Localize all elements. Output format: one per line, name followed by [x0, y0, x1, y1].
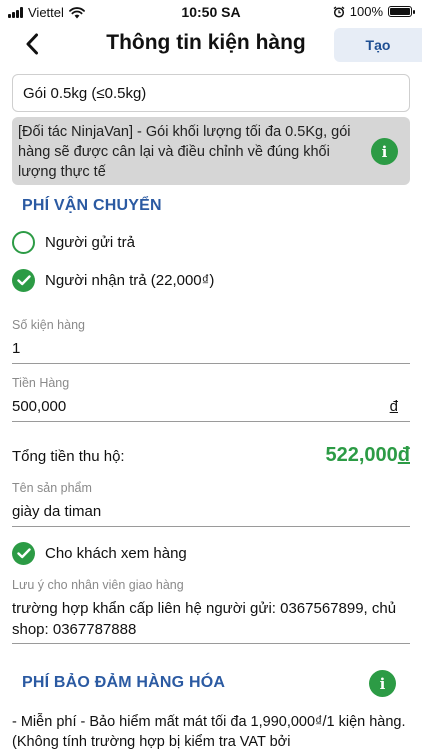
package-notice-text: [Đối tác NinjaVan] - Gói khối lượng tối …: [18, 124, 351, 180]
info-icon[interactable]: i: [371, 138, 398, 165]
total-collect-row: Tổng tiền thu hộ: 522,000đ: [12, 444, 410, 472]
goods-value-currency: đ: [389, 398, 398, 415]
package-size-value: Gói 0.5kg (≤0.5kg): [23, 84, 147, 102]
delivery-note-input[interactable]: trường hợp khẩn cấp liên hệ người gửi: 0…: [12, 598, 410, 640]
total-collect-label: Tổng tiền thu hộ:: [12, 448, 125, 465]
insurance-description: - Miễn phí - Bảo hiểm mất mát tối đa 1,9…: [12, 714, 406, 750]
allow-inspect-label: Cho khách xem hàng: [45, 544, 187, 562]
battery-fill: [390, 8, 410, 15]
total-collect-value: 522,000đ: [325, 444, 410, 466]
package-notice: [Đối tác NinjaVan] - Gói khối lượng tối …: [12, 117, 410, 185]
quantity-label: Số kiện hàng: [12, 318, 85, 332]
battery-percent: 100%: [349, 4, 383, 19]
battery-icon: [388, 6, 415, 17]
payer-option-sender[interactable]: Người gửi trả: [12, 227, 135, 257]
package-size-select[interactable]: Gói 0.5kg (≤0.5kg): [12, 74, 410, 112]
product-name-input[interactable]: giày da timan: [12, 503, 410, 526]
goods-value-label: Tiền Hàng: [12, 376, 70, 390]
radio-unchecked-icon: [12, 230, 35, 254]
insurance-info-icon[interactable]: i: [369, 670, 396, 697]
quantity-field[interactable]: Số kiện hàng 1: [12, 318, 410, 364]
header: Thông tin kiện hàng Tạo: [0, 26, 422, 64]
payer-option-receiver-label: Người nhận trả (22,000₫): [45, 271, 215, 289]
check-circle-icon: [12, 541, 35, 565]
total-collect-currency: đ: [397, 444, 410, 466]
shipping-fee-title: PHÍ VẬN CHUYỂN: [22, 197, 162, 214]
allow-inspect-checkbox[interactable]: Cho khách xem hàng: [12, 538, 187, 568]
goods-value-input[interactable]: 500,000: [12, 398, 410, 421]
payer-option-sender-label: Người gửi trả: [45, 233, 135, 251]
insurance-title: PHÍ BẢO ĐẢM HÀNG HÓA: [22, 674, 226, 691]
product-name-field[interactable]: Tên sản phẩm giày da timan: [12, 481, 410, 527]
goods-value-field[interactable]: Tiền Hàng 500,000 đ: [12, 376, 410, 422]
quantity-input[interactable]: 1: [12, 340, 410, 363]
status-bar: Viettel 10:50 SA 100%: [0, 0, 422, 26]
check-circle-icon: [12, 268, 35, 292]
create-button[interactable]: Tạo: [334, 28, 422, 62]
status-right: 100%: [333, 4, 415, 19]
delivery-note-label: Lưu ý cho nhân viên giao hàng: [12, 578, 184, 592]
alarm-icon: [333, 5, 345, 18]
product-name-label: Tên sản phẩm: [12, 481, 92, 495]
payer-option-receiver[interactable]: Người nhận trả (22,000₫): [12, 265, 214, 295]
delivery-note-field[interactable]: Lưu ý cho nhân viên giao hàng trường hợp…: [12, 578, 410, 644]
